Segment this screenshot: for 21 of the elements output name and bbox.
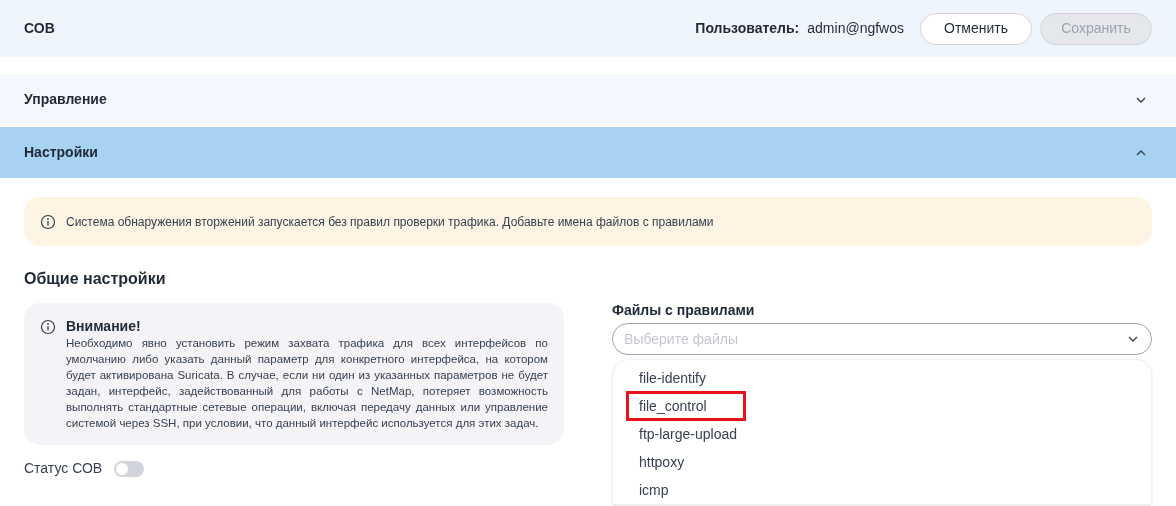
dropdown-option[interactable]: file_control bbox=[629, 394, 743, 418]
dropdown-option[interactable]: ftp-large-upload bbox=[639, 422, 738, 446]
field-label: Файлы с правилами bbox=[612, 301, 756, 319]
alert-text: Система обнаружения вторжений запускается без правил проверки трафика. Добавьте имена файлов с правилами bbox=[66, 213, 714, 231]
warning-text: Необходимо явно установить режим захвата трафика для всех интерфейсов по умолчанию либо указать данный параметр для конкретного интерфейса, на котором будет активирована Suricata. В случае, если ни один из указанных параметров не будет задан, интерфейс, задействованный для работы с NetMap, потеряет возможность выполнять стандартные сетевые операции, включая передачу данных или управление системой через SSH, при условии, что данный интерфейс используется для этих задач. bbox=[66, 336, 548, 431]
toggle-switch[interactable] bbox=[114, 460, 145, 477]
dropdown-option[interactable]: icmp bbox=[639, 478, 669, 502]
file-select[interactable]: Выберите файлы bbox=[612, 323, 1152, 355]
dropdown-option[interactable]: file-identify bbox=[639, 366, 706, 390]
section-heading: Общие настройки bbox=[24, 269, 167, 289]
cancel-button[interactable]: Отменить bbox=[920, 12, 1032, 45]
user-label: Пользователь: bbox=[695, 19, 800, 38]
info-icon bbox=[40, 319, 56, 335]
info-icon bbox=[40, 213, 56, 230]
accordion-header[interactable]: Настройки bbox=[0, 127, 1176, 178]
page-title: СОВ bbox=[24, 19, 55, 38]
dropdown-option[interactable]: httpoxy bbox=[639, 450, 685, 474]
status-label: Статус СОВ bbox=[24, 459, 103, 478]
accordion-header[interactable]: Управление bbox=[0, 74, 1176, 125]
user-name: admin@ngfwos bbox=[807, 19, 904, 38]
warning-title: Внимание! bbox=[66, 317, 142, 335]
